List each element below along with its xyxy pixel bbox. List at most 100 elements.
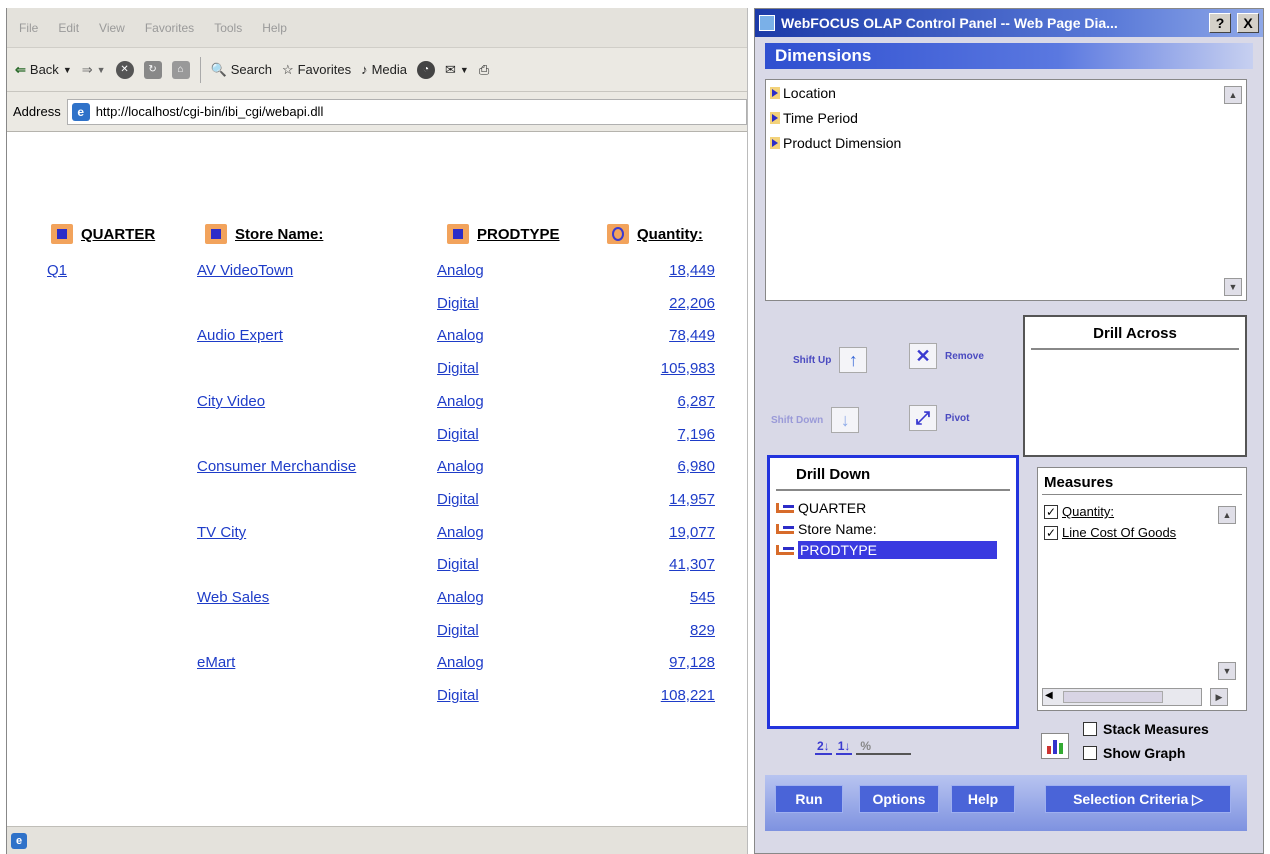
forward-button[interactable]: ⇒ ▼ bbox=[82, 62, 106, 78]
help-panel-button[interactable]: Help bbox=[951, 785, 1015, 813]
history-icon[interactable]: ◔ bbox=[417, 60, 435, 79]
header-prodtype[interactable]: PRODTYPE bbox=[447, 224, 560, 244]
quantity-link[interactable]: 829 bbox=[605, 622, 715, 639]
quantity-link[interactable]: 22,206 bbox=[605, 295, 715, 312]
store-link[interactable]: TV City bbox=[197, 524, 246, 541]
horizontal-scrollbar[interactable]: ◀ bbox=[1042, 688, 1202, 706]
arrow-up-icon[interactable]: ↑ bbox=[839, 347, 868, 373]
prodtype-link[interactable]: Analog bbox=[437, 589, 484, 606]
store-link[interactable]: eMart bbox=[197, 654, 235, 671]
quantity-link[interactable]: 97,128 bbox=[605, 654, 715, 671]
media-button[interactable]: ♪ Media bbox=[361, 62, 407, 77]
remove-x-icon[interactable]: ✕ bbox=[909, 343, 937, 369]
help-button[interactable]: ? bbox=[1209, 13, 1231, 33]
prodtype-link[interactable]: Digital bbox=[437, 426, 479, 443]
mail-button[interactable]: ✉ ▼ bbox=[445, 62, 469, 78]
quarter-link[interactable]: Q1 bbox=[47, 262, 67, 279]
header-store-name[interactable]: Store Name: bbox=[205, 224, 323, 244]
quantity-link[interactable]: 7,196 bbox=[605, 426, 715, 443]
measures-box[interactable]: Measures ✓ Quantity: ✓ Line Cost Of Good… bbox=[1037, 467, 1247, 711]
prodtype-link[interactable]: Digital bbox=[437, 360, 479, 377]
refresh-icon[interactable]: ↻ bbox=[143, 60, 162, 79]
olap-column-icon[interactable] bbox=[205, 224, 227, 244]
menu-file[interactable]: File bbox=[19, 21, 38, 35]
olap-column-icon[interactable] bbox=[447, 224, 469, 244]
stop-icon[interactable]: ✕ bbox=[115, 60, 134, 79]
store-link[interactable]: Audio Expert bbox=[197, 327, 283, 344]
sort-ascending-button[interactable]: 1↓ bbox=[835, 739, 853, 755]
pivot-icon[interactable]: ⤢ bbox=[909, 405, 937, 431]
drill-down-item-quarter[interactable]: QUARTER bbox=[770, 497, 1016, 518]
prodtype-link[interactable]: Digital bbox=[437, 491, 479, 508]
measures-scroll-down[interactable]: ▼ bbox=[1218, 662, 1236, 680]
menu-tools[interactable]: Tools bbox=[214, 21, 242, 35]
print-icon[interactable]: ⎙ bbox=[479, 62, 489, 78]
sort-descending-button[interactable]: 2↓ bbox=[815, 739, 832, 755]
prodtype-link[interactable]: Digital bbox=[437, 622, 479, 639]
quantity-link[interactable]: 6,287 bbox=[605, 393, 715, 410]
scroll-left-icon[interactable]: ◀ bbox=[1045, 690, 1053, 701]
measures-scroll-up[interactable]: ▲ bbox=[1218, 506, 1236, 524]
shift-down-control[interactable]: Shift Down ↓ bbox=[771, 407, 860, 433]
quantity-link[interactable]: 78,449 bbox=[605, 327, 715, 344]
percent-button[interactable]: % bbox=[856, 739, 912, 755]
pivot-control[interactable]: ⤢ Pivot bbox=[909, 405, 969, 431]
checkbox-checked[interactable]: ✓ bbox=[1044, 504, 1058, 519]
scroll-down-button[interactable]: ▼ bbox=[1224, 278, 1242, 296]
dimension-time-period[interactable]: Time Period bbox=[766, 105, 1246, 130]
prodtype-link[interactable]: Analog bbox=[437, 458, 484, 475]
scroll-up-button[interactable]: ▲ bbox=[1224, 86, 1242, 104]
stack-measures-checkbox[interactable] bbox=[1083, 722, 1097, 736]
dimensions-list[interactable]: Location Time Period Product Dimension ▲… bbox=[765, 79, 1247, 301]
show-graph-checkbox[interactable] bbox=[1083, 746, 1097, 760]
quantity-link[interactable]: 6,980 bbox=[605, 458, 715, 475]
scroll-thumb[interactable] bbox=[1063, 691, 1163, 703]
prodtype-link[interactable]: Digital bbox=[437, 295, 479, 312]
menu-edit[interactable]: Edit bbox=[58, 21, 79, 35]
quantity-link[interactable]: 19,077 bbox=[605, 524, 715, 541]
scroll-right-button[interactable]: ▶ bbox=[1210, 688, 1228, 706]
dropdown-arrow-icon[interactable]: ▼ bbox=[63, 65, 72, 75]
drill-down-box[interactable]: Drill Down QUARTER Store Name: PRODTYPE bbox=[767, 455, 1019, 729]
store-link[interactable]: Web Sales bbox=[197, 589, 269, 606]
menu-view[interactable]: View bbox=[99, 21, 125, 35]
menu-help[interactable]: Help bbox=[262, 21, 287, 35]
store-link[interactable]: AV VideoTown bbox=[197, 262, 293, 279]
prodtype-link[interactable]: Analog bbox=[437, 327, 484, 344]
prodtype-link[interactable]: Digital bbox=[437, 687, 479, 704]
header-quarter[interactable]: QUARTER bbox=[51, 224, 155, 244]
address-input[interactable]: e http://localhost/cgi-bin/ibi_cgi/webap… bbox=[66, 98, 747, 125]
close-button[interactable]: X bbox=[1237, 13, 1259, 33]
prodtype-link[interactable]: Analog bbox=[437, 524, 484, 541]
measure-line-cost[interactable]: ✓ Line Cost Of Goods bbox=[1038, 522, 1246, 543]
store-link[interactable]: Consumer Merchandise bbox=[197, 458, 356, 475]
quantity-link[interactable]: 545 bbox=[605, 589, 715, 606]
back-button[interactable]: ⇐ Back ▼ bbox=[15, 62, 72, 78]
search-button[interactable]: 🔍 Search bbox=[211, 62, 272, 78]
prodtype-link[interactable]: Analog bbox=[437, 654, 484, 671]
quantity-link[interactable]: 41,307 bbox=[605, 556, 715, 573]
dimension-product[interactable]: Product Dimension bbox=[766, 130, 1246, 155]
arrow-down-icon[interactable]: ↓ bbox=[831, 407, 860, 433]
quantity-link[interactable]: 105,983 bbox=[605, 360, 715, 377]
home-icon[interactable]: ⌂ bbox=[171, 60, 190, 79]
checkbox-checked[interactable]: ✓ bbox=[1044, 525, 1058, 540]
quantity-link[interactable]: 108,221 bbox=[605, 687, 715, 704]
favorites-button[interactable]: ☆ Favorites bbox=[282, 62, 351, 78]
shift-up-control[interactable]: Shift Up ↑ bbox=[793, 347, 868, 373]
run-button[interactable]: Run bbox=[775, 785, 843, 813]
options-button[interactable]: Options bbox=[859, 785, 939, 813]
quantity-link[interactable]: 18,449 bbox=[605, 262, 715, 279]
drill-down-item-store-name[interactable]: Store Name: bbox=[770, 518, 1016, 539]
show-graph-option[interactable]: Show Graph bbox=[1083, 745, 1185, 761]
store-link[interactable]: City Video bbox=[197, 393, 265, 410]
selection-criteria-button[interactable]: Selection Criteria ▷ bbox=[1045, 785, 1231, 813]
stack-measures-option[interactable]: Stack Measures bbox=[1083, 721, 1209, 737]
drill-down-item-prodtype[interactable]: PRODTYPE bbox=[770, 539, 1016, 560]
header-quantity[interactable]: Quantity: bbox=[607, 224, 703, 244]
dimension-location[interactable]: Location bbox=[766, 80, 1246, 105]
prodtype-link[interactable]: Analog bbox=[437, 393, 484, 410]
measure-quantity[interactable]: ✓ Quantity: bbox=[1038, 501, 1246, 522]
graph-icon[interactable] bbox=[1041, 733, 1069, 759]
sort-measure-icon[interactable] bbox=[607, 224, 629, 244]
